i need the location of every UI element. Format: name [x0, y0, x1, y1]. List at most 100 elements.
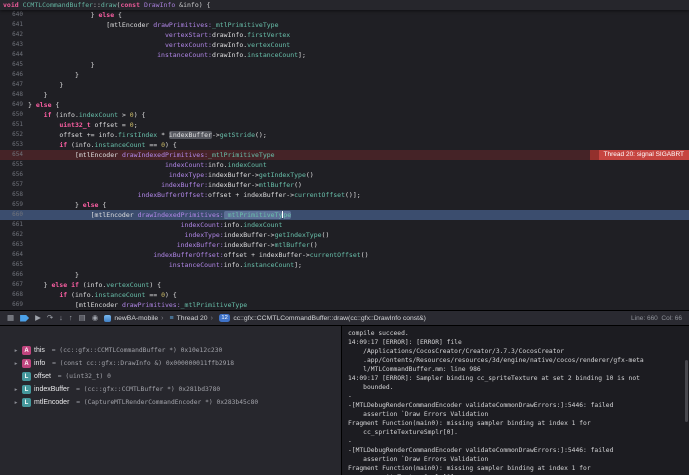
line-number[interactable]: 642	[0, 30, 28, 40]
code-line-654[interactable]: 654 [mtlEncoder drawIndexedPrimitives:_m…	[0, 150, 689, 160]
code-editor[interactable]: void CCMTLCommandBuffer::draw(const Draw…	[0, 0, 689, 310]
code-line-661[interactable]: 661 indexCount:info.indexCount	[0, 220, 689, 230]
breakpoints-toggle-icon[interactable]	[20, 315, 29, 322]
step-out-icon[interactable]: ↑	[69, 311, 73, 325]
line-number[interactable]: 662	[0, 230, 28, 240]
code-text: offset += info.firstIndex * indexBuffer-…	[28, 130, 267, 140]
variable-value: = (CaptureMTLRenderCommandEncoder *) 0x2…	[72, 399, 258, 406]
code-line-651[interactable]: 651 uint32_t offset = 0;	[0, 120, 689, 130]
line-number[interactable]: 652	[0, 130, 28, 140]
code-text: indexBuffer:indexBuffer->mtlBuffer()	[28, 240, 318, 250]
line-number[interactable]: 647	[0, 80, 28, 90]
code-line-667[interactable]: 667 } else if (info.vertexCount) {	[0, 280, 689, 290]
code-line-668[interactable]: 668 if (info.instanceCount == 0) {	[0, 290, 689, 300]
code-line-640[interactable]: 640 } else {	[0, 10, 689, 20]
code-line-656[interactable]: 656 indexType:indexBuffer->getIndexType(…	[0, 170, 689, 180]
thread-icon: ≡	[169, 315, 173, 322]
code-line-660[interactable]: 660 [mtlEncoder drawIndexedPrimitives:_m…	[0, 210, 689, 220]
code-line-645[interactable]: 645 }	[0, 60, 689, 70]
code-line-666[interactable]: 666 }	[0, 270, 689, 280]
line-number[interactable]: 640	[0, 10, 28, 20]
line-number[interactable]: 655	[0, 160, 28, 170]
code-line-655[interactable]: 655 indexCount:info.indexCount	[0, 160, 689, 170]
variable-row[interactable]: ▸Athis = (cc::gfx::CCMTLCommandBuffer *)…	[0, 344, 341, 357]
view-hierarchy-icon[interactable]: ▤	[79, 311, 86, 325]
scheme-selector[interactable]: newBA-mobile ›	[104, 315, 163, 322]
code-text: } else {	[28, 10, 122, 20]
code-text: if (info.instanceCount == 0) {	[28, 140, 177, 150]
stack-frame-breadcrumb[interactable]: 12 cc::gfx::CCMTLCommandBuffer::draw(cc:…	[219, 314, 426, 322]
code-line-643[interactable]: 643 vertexCount:drawInfo.vertexCount	[0, 40, 689, 50]
variable-row[interactable]: ▸LindexBuffer = (cc::gfx::CCMTLBuffer *)…	[0, 383, 341, 396]
line-number[interactable]: 658	[0, 190, 28, 200]
memory-graph-icon[interactable]: ◉	[92, 311, 99, 325]
line-number[interactable]: 665	[0, 260, 28, 270]
code-line-648[interactable]: 648 }	[0, 90, 689, 100]
line-number[interactable]: 659	[0, 200, 28, 210]
line-number[interactable]: 650	[0, 110, 28, 120]
code-line-644[interactable]: 644 instanceCount:drawInfo.instanceCount…	[0, 50, 689, 60]
disclosure-triangle-icon[interactable]: ▸	[13, 348, 19, 354]
line-number[interactable]: 661	[0, 220, 28, 230]
variables-view[interactable]: ▸Athis = (cc::gfx::CCMTLCommandBuffer *)…	[0, 326, 341, 475]
line-number[interactable]: 651	[0, 120, 28, 130]
line-number[interactable]: 648	[0, 90, 28, 100]
line-number[interactable]: 664	[0, 250, 28, 260]
error-icon	[590, 150, 599, 160]
line-number[interactable]: 653	[0, 140, 28, 150]
console-output[interactable]: compile succeed. 14:09:17 [ERROR]: [ERRO…	[341, 326, 689, 475]
code-line-665[interactable]: 665 instanceCount:info.instanceCount];	[0, 260, 689, 270]
code-line-647[interactable]: 647 }	[0, 80, 689, 90]
line-number[interactable]: 660	[0, 210, 28, 220]
line-number[interactable]: 654	[0, 150, 28, 160]
variable-row[interactable]: ▸Ainfo = (const cc::gfx::DrawInfo &) 0x0…	[0, 357, 341, 370]
disclosure-triangle-icon[interactable]: ▸	[13, 400, 19, 406]
line-number[interactable]: 666	[0, 270, 28, 280]
line-number[interactable]: 646	[0, 70, 28, 80]
code-line-652[interactable]: 652 offset += info.firstIndex * indexBuf…	[0, 130, 689, 140]
step-over-icon[interactable]: ↷	[47, 311, 53, 325]
console-scrollbar[interactable]	[685, 360, 688, 422]
line-number[interactable]: 668	[0, 290, 28, 300]
code-line-662[interactable]: 662 indexType:indexBuffer->getIndexType(…	[0, 230, 689, 240]
variable-kind-icon: A	[22, 359, 31, 368]
line-number[interactable]: 641	[0, 20, 28, 30]
line-number[interactable]: 645	[0, 60, 28, 70]
disclosure-triangle-icon[interactable]: ▸	[13, 361, 19, 367]
thread-selector[interactable]: ≡ Thread 20 ›	[169, 315, 212, 322]
code-text: indexType:indexBuffer->getIndexType()	[28, 230, 329, 240]
line-number[interactable]: 649	[0, 100, 28, 110]
disclosure-triangle-icon[interactable]: ▸	[13, 387, 19, 393]
variable-row[interactable]: ▸LmtlEncoder = (CaptureMTLRenderCommandE…	[0, 396, 341, 409]
line-number[interactable]: 663	[0, 240, 28, 250]
code-text: if (info.instanceCount == 0) {	[28, 290, 177, 300]
code-line-657[interactable]: 657 indexBuffer:indexBuffer->mtlBuffer()	[0, 180, 689, 190]
code-line-642[interactable]: 642 vertexStart:drawInfo.firstVertex	[0, 30, 689, 40]
code-line-663[interactable]: 663 indexBuffer:indexBuffer->mtlBuffer()	[0, 240, 689, 250]
line-number[interactable]: 657	[0, 180, 28, 190]
line-number[interactable]: 644	[0, 50, 28, 60]
sticky-function-header: void CCMTLCommandBuffer::draw(const Draw…	[0, 0, 689, 10]
line-number[interactable]: 656	[0, 170, 28, 180]
code-line-669[interactable]: 669 [mtlEncoder drawPrimitives:_mtlPrimi…	[0, 300, 689, 310]
code-text: }	[28, 90, 48, 100]
code-text: instanceCount:drawInfo.instanceCount];	[28, 50, 306, 60]
code-line-650[interactable]: 650 if (info.indexCount > 0) {	[0, 110, 689, 120]
runtime-error-badge[interactable]: Thread 20: signal SIGABRT	[590, 150, 689, 160]
line-number[interactable]: 643	[0, 40, 28, 50]
code-line-664[interactable]: 664 indexBufferOffset:offset + indexBuff…	[0, 250, 689, 260]
code-line-646[interactable]: 646 }	[0, 70, 689, 80]
code-line-649[interactable]: 649} else {	[0, 100, 689, 110]
step-into-icon[interactable]: ↓	[59, 311, 63, 325]
code-line-659[interactable]: 659 } else {	[0, 200, 689, 210]
code-line-641[interactable]: 641 [mtlEncoder drawPrimitives:_mtlPrimi…	[0, 20, 689, 30]
continue-icon[interactable]: ▶	[35, 311, 41, 325]
variable-row[interactable]: Loffset = (uint32_t) 0	[0, 370, 341, 383]
hide-debug-area-icon[interactable]: ▦	[7, 311, 14, 325]
code-line-653[interactable]: 653 if (info.instanceCount == 0) {	[0, 140, 689, 150]
line-number[interactable]: 669	[0, 300, 28, 310]
code-line-658[interactable]: 658 indexBufferOffset:offset + indexBuff…	[0, 190, 689, 200]
code-text: [mtlEncoder drawIndexedPrimitives:_mtlPr…	[28, 210, 291, 220]
line-number[interactable]: 667	[0, 280, 28, 290]
code-text: indexType:indexBuffer->getIndexType()	[28, 170, 314, 180]
